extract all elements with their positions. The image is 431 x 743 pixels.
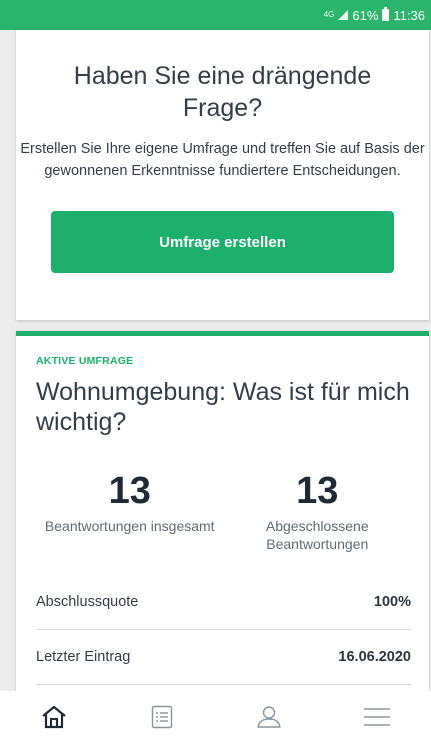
nav-menu[interactable]	[323, 691, 431, 743]
stat-value: 13	[296, 470, 339, 512]
user-icon	[257, 706, 282, 728]
detail-row-last-entry: Letzter Eintrag 16.06.2020	[36, 630, 411, 685]
survey-stats: 13 Beantwortungen insgesamt 13 Abgeschlo…	[36, 471, 411, 553]
create-survey-button[interactable]: Umfrage erstellen	[51, 211, 394, 273]
prompt-title: Haben Sie eine drängende Frage?	[73, 62, 372, 122]
list-icon	[151, 705, 172, 729]
signal-icon	[338, 10, 349, 20]
status-bar: 4G 61% 11:36	[0, 0, 431, 30]
battery-icon	[382, 7, 390, 21]
home-icon	[42, 705, 66, 729]
stat-label: Beantwortungen insgesamt	[44, 518, 215, 534]
nav-home[interactable]	[0, 691, 108, 743]
nav-profile[interactable]	[216, 691, 324, 743]
detail-row-completion-rate: Abschlussquote 100%	[36, 575, 411, 630]
survey-details: Abschlussquote 100% Letzter Eintrag 16.0…	[36, 575, 411, 685]
active-survey-card[interactable]: AKTIVE UMFRAGE Wohnumgebung: Was ist für…	[16, 331, 429, 691]
create-survey-card: Haben Sie eine drängende Frage? Erstelle…	[16, 30, 429, 320]
stat-value: 13	[108, 470, 151, 512]
survey-title[interactable]: Wohnumgebung: Was ist für mich wichtig?	[36, 377, 411, 437]
stat-completed-responses: 13 Abgeschlossene Beantwortungen	[224, 471, 412, 553]
bottom-navigation	[0, 691, 431, 743]
detail-label: Abschlussquote	[36, 594, 139, 610]
stat-total-responses: 13 Beantwortungen insgesamt	[36, 471, 224, 553]
stat-label: Abgeschlossene Beantwortungen	[265, 518, 369, 552]
detail-label: Letzter Eintrag	[36, 649, 131, 665]
nav-surveys[interactable]	[108, 691, 216, 743]
network-indicator: 4G	[323, 10, 335, 19]
active-survey-tag: AKTIVE UMFRAGE	[36, 355, 134, 367]
battery-percent: 61%	[352, 7, 379, 23]
menu-icon	[364, 708, 391, 726]
detail-value: 100%	[373, 594, 411, 610]
prompt-text: Erstellen Sie Ihre eigene Umfrage und tr…	[20, 141, 425, 179]
detail-value: 16.06.2020	[338, 649, 411, 665]
clock: 11:36	[393, 7, 425, 23]
